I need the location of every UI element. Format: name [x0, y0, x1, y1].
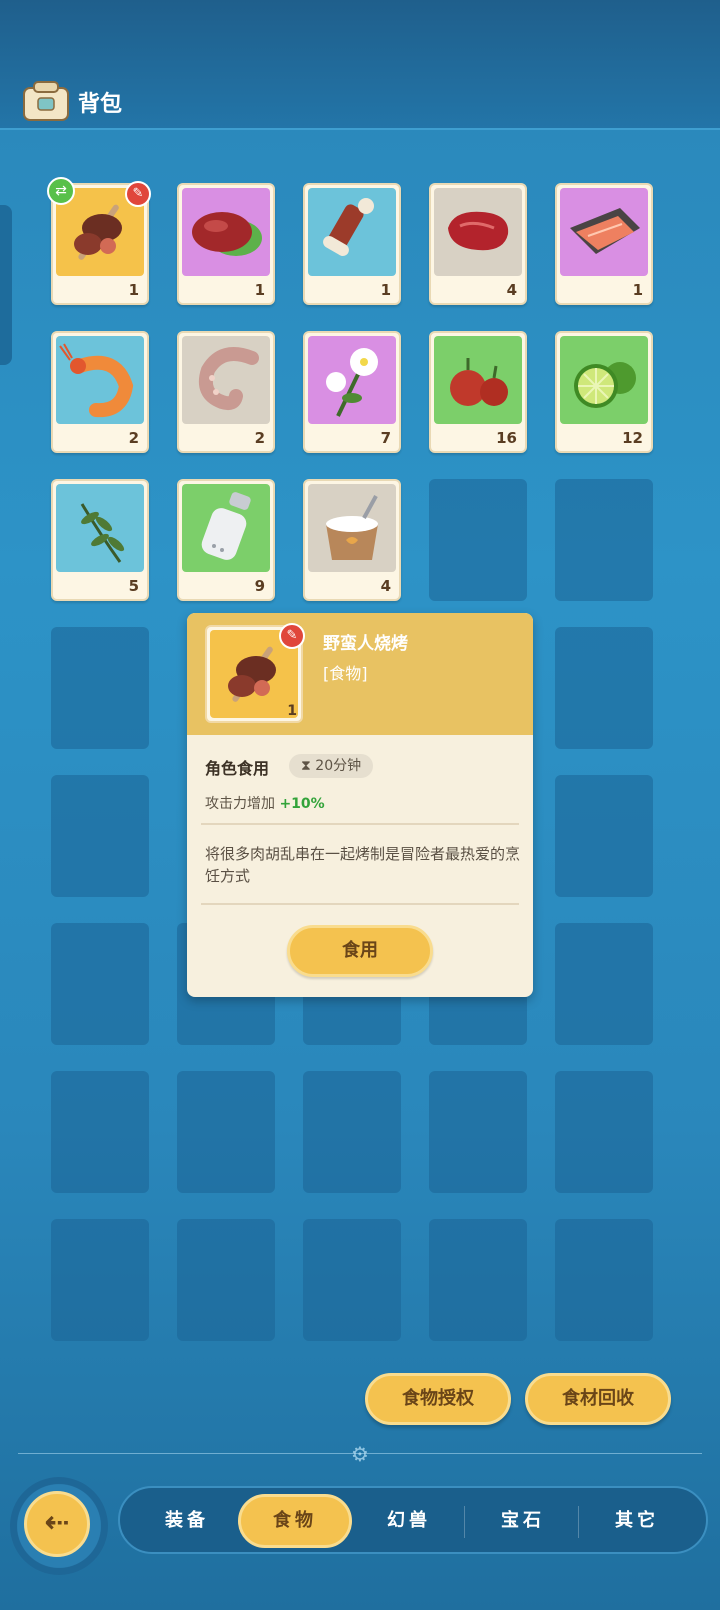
item-quantity: 5	[128, 577, 139, 595]
item-quantity: 4	[506, 281, 517, 299]
empty-slot[interactable]	[51, 627, 149, 749]
food-authorization-button[interactable]: 食物授权	[365, 1373, 511, 1425]
effect-value: +10%	[279, 796, 325, 812]
item-slot-salmon-fillet[interactable]: 1	[555, 183, 653, 305]
salmon-fillet-icon	[560, 188, 648, 276]
item-quantity: 2	[254, 429, 265, 447]
item-slot-shrimp[interactable]: 2	[51, 331, 149, 453]
empty-slot[interactable]	[51, 775, 149, 897]
page-title: 背包	[78, 92, 123, 117]
back-arrow-icon: ⇠	[44, 1505, 70, 1540]
tab-other[interactable]: 其它	[580, 1494, 694, 1548]
eat-button[interactable]: 食用	[287, 925, 433, 977]
side-drawer-handle[interactable]	[0, 205, 12, 365]
item-type: [食物]	[323, 664, 368, 683]
octopus-tentacle-icon	[182, 336, 270, 424]
item-slot-bone-meat[interactable]: 1	[303, 183, 401, 305]
edit-icon[interactable]: ✎	[125, 181, 151, 207]
item-quantity: 1	[128, 281, 139, 299]
item-quantity: 1	[380, 281, 391, 299]
herb-sprig-icon	[56, 484, 144, 572]
tab-gems[interactable]: 宝石	[466, 1494, 580, 1548]
duration-text: 20分钟	[315, 758, 362, 774]
item-detail-popup: ✎ 1 野蛮人烧烤 [食物] 角色食用 ⧗ 20分钟 攻击力增加 +10% 将很…	[187, 613, 533, 997]
item-name: 野蛮人烧烤	[323, 634, 408, 654]
tab-beasts[interactable]: 幻兽	[352, 1494, 466, 1548]
empty-slot[interactable]	[429, 1071, 527, 1193]
empty-slot[interactable]	[555, 1071, 653, 1193]
item-quantity: 1	[287, 703, 297, 719]
tab-separator	[578, 1506, 579, 1538]
red-peppers-icon	[434, 336, 522, 424]
item-slot-barbarian-bbq[interactable]: ⇄ ✎ 1	[47, 177, 151, 305]
rice-box-icon	[308, 484, 396, 572]
item-slot-salt-shaker[interactable]: 9	[177, 479, 275, 601]
tab-equipment[interactable]: 装备	[130, 1494, 244, 1548]
empty-slot[interactable]	[177, 1219, 275, 1341]
gear-icon: ⚙	[351, 1442, 369, 1466]
effect-label: 攻击力增加	[205, 796, 275, 812]
item-quantity: 16	[496, 429, 517, 447]
divider	[201, 823, 519, 825]
use-label: 角色食用	[205, 759, 270, 778]
item-quantity: 1	[632, 281, 643, 299]
item-slot-herb-sprig[interactable]: 5	[51, 479, 149, 601]
white-flower-icon	[308, 336, 396, 424]
item-quantity: 12	[622, 429, 643, 447]
item-slot-white-flower[interactable]: 7	[303, 331, 401, 453]
empty-slot[interactable]	[51, 923, 149, 1045]
empty-slot[interactable]	[555, 479, 653, 601]
salt-shaker-icon	[182, 484, 270, 572]
shrimp-icon	[56, 336, 144, 424]
edit-icon[interactable]: ✎	[279, 623, 305, 649]
empty-slot[interactable]	[429, 1219, 527, 1341]
category-tab-bar: 装备 食物 幻兽 宝石 其它	[118, 1486, 708, 1554]
ingredient-recycle-button[interactable]: 食材回收	[525, 1373, 671, 1425]
empty-slot[interactable]	[177, 1071, 275, 1193]
hourglass-icon: ⧗	[301, 758, 311, 774]
meat-with-lettuce-icon	[182, 188, 270, 276]
empty-slot[interactable]	[555, 627, 653, 749]
effect-line: 攻击力增加 +10%	[205, 793, 325, 813]
bone-meat-icon	[308, 188, 396, 276]
empty-slot[interactable]	[303, 1219, 401, 1341]
item-quantity: 1	[254, 281, 265, 299]
duration-badge: ⧗ 20分钟	[289, 754, 374, 778]
top-bar: 背包	[0, 0, 720, 130]
lime-icon	[560, 336, 648, 424]
item-slot-octopus-tentacle[interactable]: 2	[177, 331, 275, 453]
item-quantity: 2	[128, 429, 139, 447]
popup-item-slot: ✎ 1	[205, 623, 305, 723]
item-quantity: 9	[254, 577, 265, 595]
item-description: 将很多肉胡乱串在一起烤制是冒险者最热爱的烹饪方式	[205, 845, 521, 885]
item-slot-raw-steak[interactable]: 4	[429, 183, 527, 305]
tab-food[interactable]: 食物	[238, 1494, 352, 1548]
empty-slot[interactable]	[555, 923, 653, 1045]
item-slot-meat-with-lettuce[interactable]: 1	[177, 183, 275, 305]
empty-slot[interactable]	[51, 1219, 149, 1341]
empty-slot[interactable]	[303, 1071, 401, 1193]
title-area: 背包	[20, 80, 122, 124]
item-quantity: 4	[380, 577, 391, 595]
item-slot-red-peppers[interactable]: 16	[429, 331, 527, 453]
backpack-icon	[23, 81, 69, 121]
item-slot-lime[interactable]: 12	[555, 331, 653, 453]
empty-slot[interactable]	[429, 479, 527, 601]
tab-separator	[464, 1506, 465, 1538]
share-icon[interactable]: ⇄	[47, 177, 75, 205]
empty-slot[interactable]	[555, 775, 653, 897]
divider	[201, 903, 519, 905]
item-slot-rice-box[interactable]: 4	[303, 479, 401, 601]
empty-slot[interactable]	[555, 1219, 653, 1341]
back-button[interactable]: ⇠	[24, 1491, 90, 1557]
empty-slot[interactable]	[51, 1071, 149, 1193]
item-quantity: 7	[380, 429, 391, 447]
raw-steak-icon	[434, 188, 522, 276]
